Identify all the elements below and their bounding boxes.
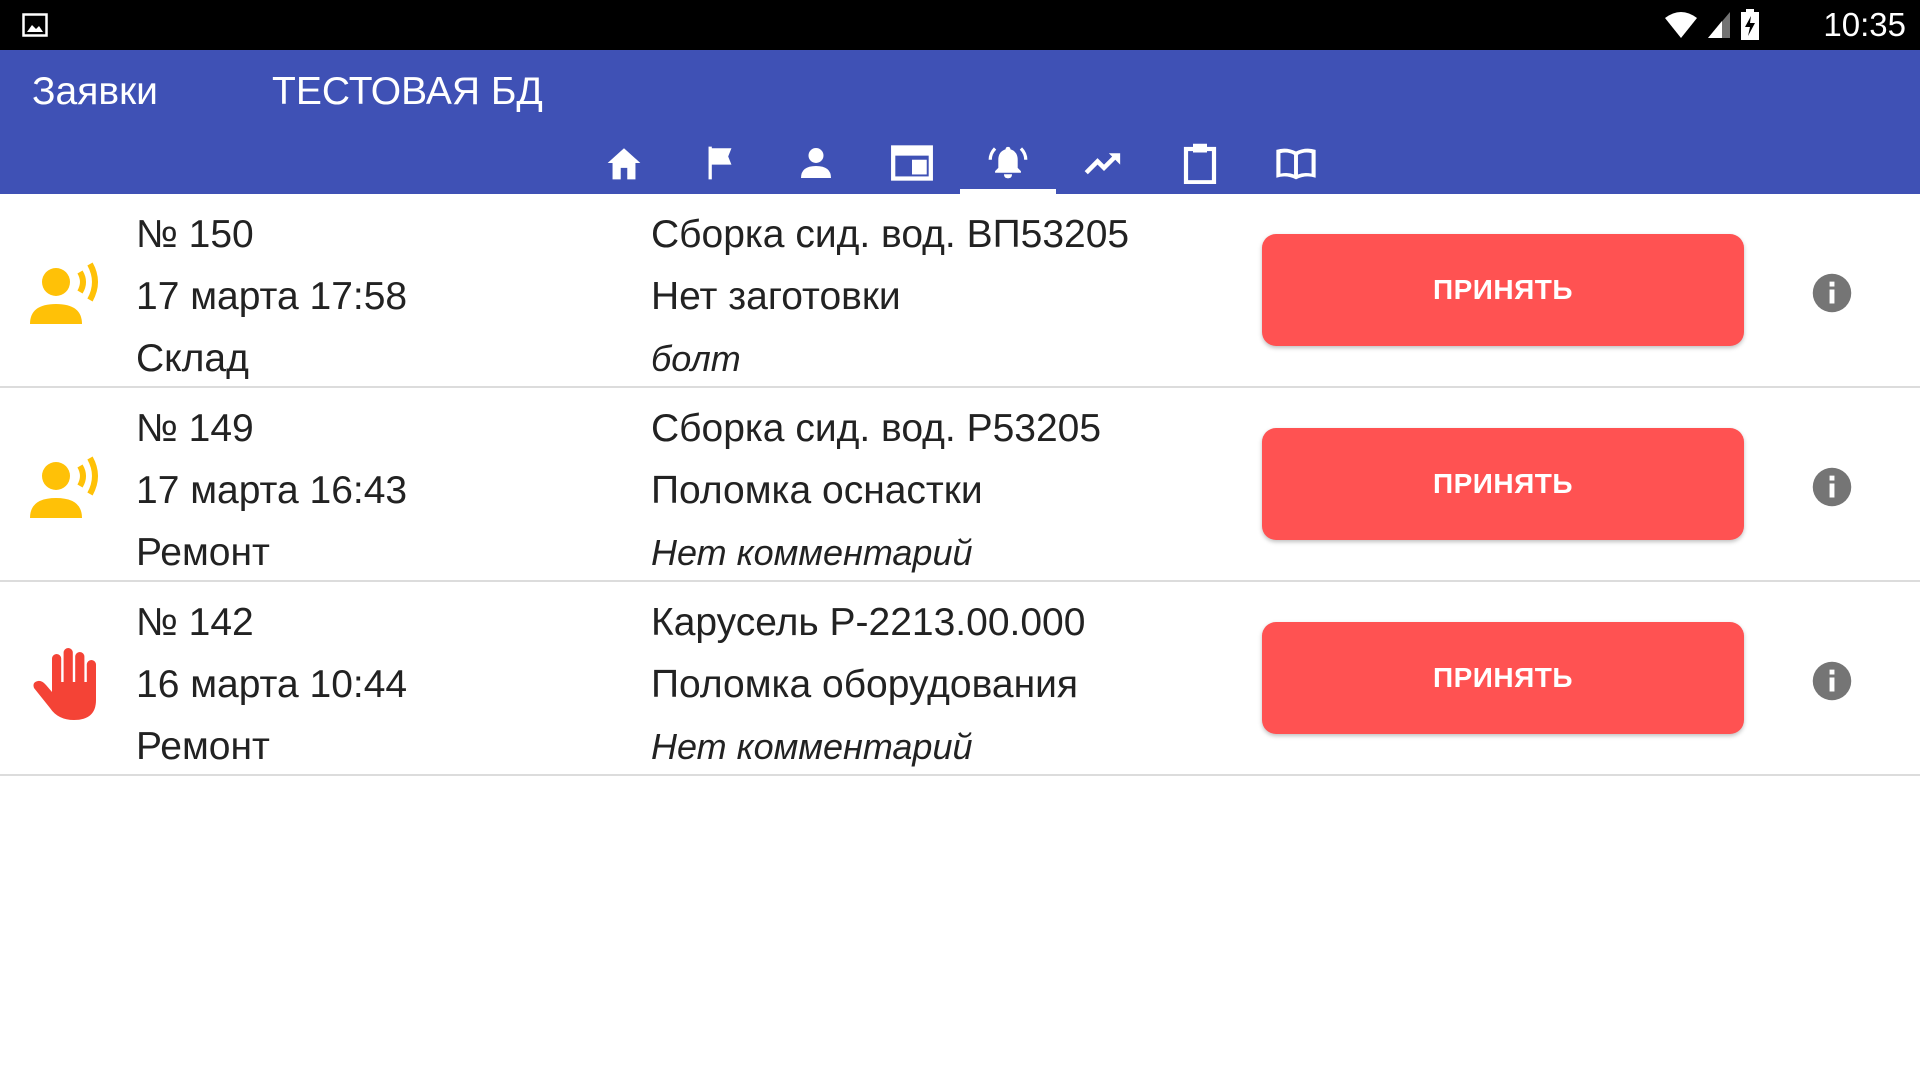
request-datetime: 16 марта 10:44 — [136, 663, 408, 706]
request-row: № 150 17 марта 17:58 Склад Сборка сид. в… — [0, 194, 1920, 388]
request-row: № 142 16 марта 10:44 Ремонт Карусель Р-2… — [0, 582, 1920, 776]
request-info: № 149 17 марта 16:43 Ремонт — [136, 398, 407, 584]
tab-bar — [576, 132, 1344, 194]
tab-clipboard[interactable] — [1152, 132, 1248, 194]
tab-alerts[interactable] — [960, 132, 1056, 194]
tab-book[interactable] — [1248, 132, 1344, 194]
request-details: Сборка сид. вод. Р53205 Поломка оснастки… — [651, 398, 1101, 584]
request-department: Склад — [136, 337, 249, 380]
request-reason: Поломка оборудования — [651, 663, 1079, 706]
flag-icon — [708, 146, 732, 180]
hand-stop-icon — [33, 648, 96, 720]
tab-person[interactable] — [768, 132, 864, 194]
request-object: Сборка сид. вод. ВП53205 — [651, 213, 1130, 256]
tab-window[interactable] — [864, 132, 960, 194]
accept-button[interactable]: ПРИНЯТЬ — [1262, 622, 1744, 734]
request-object: Сборка сид. вод. Р53205 — [651, 407, 1102, 450]
book-icon — [1276, 148, 1316, 180]
clipboard-icon — [1183, 143, 1217, 184]
tab-trending[interactable] — [1056, 132, 1152, 194]
request-number: № 150 — [136, 213, 254, 256]
person-icon — [801, 148, 831, 178]
database-name: ТЕСТОВАЯ БД — [272, 70, 543, 113]
tab-home[interactable] — [576, 132, 672, 194]
request-details: Сборка сид. вод. ВП53205 Нет заготовки б… — [651, 204, 1129, 390]
request-reason: Нет заготовки — [651, 275, 901, 318]
page-title: Заявки — [32, 70, 158, 113]
request-comment: Нет комментарий — [651, 532, 973, 573]
request-number: № 142 — [136, 601, 254, 644]
window-icon — [891, 145, 933, 181]
request-number: № 149 — [136, 407, 254, 450]
request-department: Ремонт — [136, 531, 270, 574]
info-icon[interactable] — [1811, 466, 1853, 508]
request-comment: болт — [651, 338, 741, 379]
tab-flag[interactable] — [672, 132, 768, 194]
gallery-icon — [22, 13, 48, 37]
request-info: № 142 16 марта 10:44 Ремонт — [136, 592, 407, 778]
accept-button[interactable]: ПРИНЯТЬ — [1262, 234, 1744, 346]
status-bar: 10:35 — [0, 0, 1920, 50]
trending-up-icon — [1084, 153, 1121, 175]
wifi-icon — [1665, 12, 1697, 38]
request-info: № 150 17 марта 17:58 Склад — [136, 204, 407, 390]
info-icon[interactable] — [1811, 660, 1853, 702]
request-comment: Нет комментарий — [651, 726, 973, 767]
request-row: № 149 17 марта 16:43 Ремонт Сборка сид. … — [0, 388, 1920, 582]
request-reason: Поломка оснастки — [651, 469, 983, 512]
clock: 10:35 — [1823, 6, 1906, 43]
home-icon — [607, 148, 641, 180]
request-details: Карусель Р-2213.00.000 Поломка оборудова… — [651, 592, 1085, 778]
person-speaking-icon — [30, 456, 98, 518]
request-department: Ремонт — [136, 725, 270, 768]
request-datetime: 17 марта 17:58 — [136, 275, 408, 318]
bell-ringing-icon — [988, 146, 1028, 179]
accept-button[interactable]: ПРИНЯТЬ — [1262, 428, 1744, 540]
app-bar: Заявки ТЕСТОВАЯ БД — [0, 50, 1920, 194]
person-speaking-icon — [30, 262, 98, 324]
request-datetime: 17 марта 16:43 — [136, 469, 408, 512]
request-list: № 150 17 марта 17:58 Склад Сборка сид. в… — [0, 194, 1920, 776]
signal-icon — [1708, 12, 1730, 38]
info-icon[interactable] — [1811, 272, 1853, 314]
battery-charging-icon — [1741, 9, 1759, 40]
system-icons — [1664, 9, 1760, 41]
request-object: Карусель Р-2213.00.000 — [651, 601, 1086, 644]
